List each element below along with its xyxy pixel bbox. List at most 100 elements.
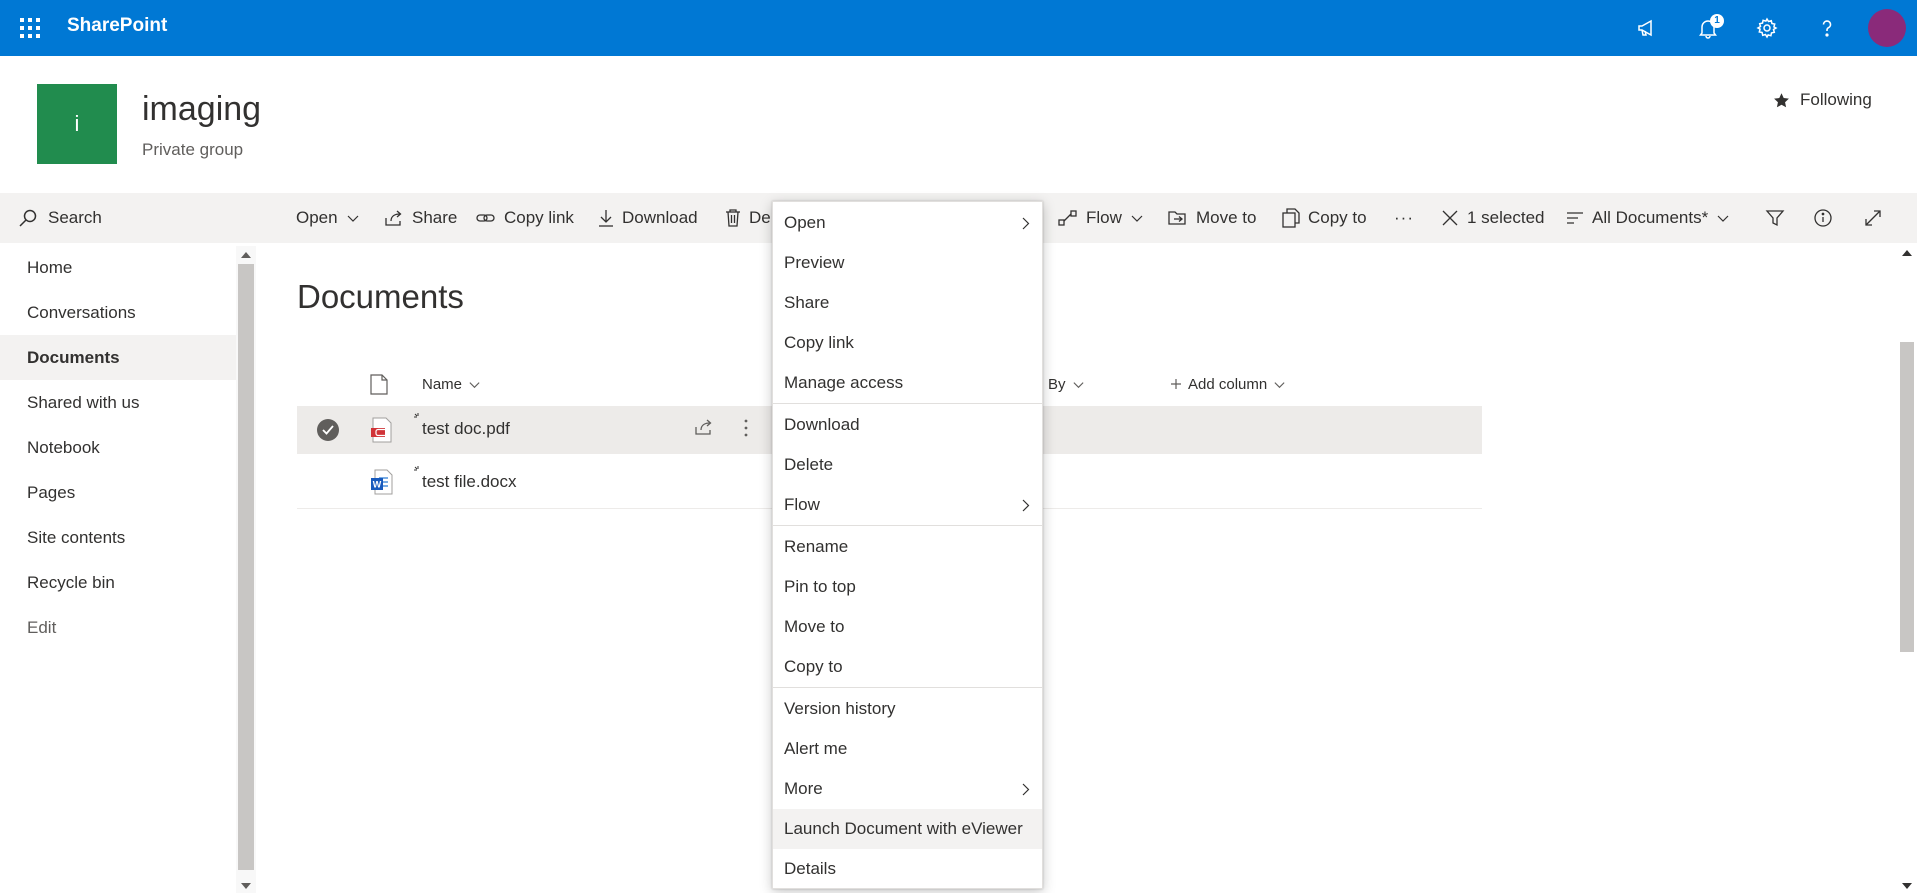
notification-count-badge: 1 xyxy=(1710,14,1724,28)
site-subtitle: Private group xyxy=(142,140,244,159)
chevron-right-icon xyxy=(1022,499,1030,512)
menu-item-launch-eviewer[interactable]: Launch Document with eViewer xyxy=(773,809,1042,849)
nav-item-shared-with-us[interactable]: Shared with us xyxy=(0,380,236,425)
chevron-right-icon xyxy=(1022,783,1030,796)
chevron-down-icon xyxy=(347,215,359,222)
main-scrollbar[interactable] xyxy=(1897,246,1917,893)
modified-by-column-header[interactable]: By xyxy=(1048,364,1085,404)
menu-item-label: Copy link xyxy=(784,333,854,352)
file-name-link[interactable]: test doc.pdf xyxy=(422,419,510,439)
share-row-icon[interactable] xyxy=(694,418,714,441)
nav-item-home[interactable]: Home xyxy=(0,245,236,290)
following-button[interactable]: Following xyxy=(1773,90,1872,110)
add-column-label: Add column xyxy=(1188,375,1268,393)
menu-item-copy-to[interactable]: Copy to xyxy=(773,647,1042,687)
sharepoint-brand-link[interactable]: SharePoint xyxy=(67,15,167,37)
menu-item-flow[interactable]: Flow xyxy=(773,485,1042,525)
more-actions-vertical-icon[interactable] xyxy=(743,418,749,443)
menu-item-rename[interactable]: Rename xyxy=(773,527,1042,567)
menu-item-label: Manage access xyxy=(784,373,904,392)
row-selected-checkmark-icon[interactable] xyxy=(317,419,339,441)
menu-item-details[interactable]: Details xyxy=(773,849,1042,889)
nav-scrollbar[interactable] xyxy=(236,246,256,893)
move-to-command-label: Move to xyxy=(1196,208,1257,227)
settings-gear-icon[interactable] xyxy=(1747,8,1787,48)
download-command-label: Download xyxy=(622,208,698,227)
nav-item-recycle-bin[interactable]: Recycle bin xyxy=(0,560,236,605)
scrollbar-thumb[interactable] xyxy=(1900,342,1914,652)
nav-item-documents[interactable]: Documents xyxy=(0,335,236,380)
help-question-icon[interactable] xyxy=(1807,8,1847,48)
menu-item-manage-access[interactable]: Manage access xyxy=(773,363,1042,403)
download-command[interactable]: Download xyxy=(598,193,698,243)
menu-item-share[interactable]: Share xyxy=(773,283,1042,323)
menu-item-move-to[interactable]: Move to xyxy=(773,607,1042,647)
app-launcher-icon[interactable] xyxy=(10,8,50,48)
menu-item-label: Launch Document with eViewer xyxy=(784,819,1023,838)
nav-item-notebook[interactable]: Notebook xyxy=(0,425,236,470)
name-column-label: Name xyxy=(422,375,463,393)
move-to-command[interactable]: Move to xyxy=(1168,193,1256,243)
copy-to-command[interactable]: Copy to xyxy=(1282,193,1367,243)
menu-item-version-history[interactable]: Version history xyxy=(773,689,1042,729)
menu-item-label: Copy to xyxy=(784,657,843,676)
menu-divider xyxy=(773,687,1042,688)
nav-item-pages[interactable]: Pages xyxy=(0,470,236,515)
user-avatar[interactable] xyxy=(1868,9,1906,47)
open-command[interactable]: Open xyxy=(296,193,360,243)
scroll-up-arrow-icon[interactable] xyxy=(241,252,251,258)
chevron-down-icon xyxy=(1717,215,1729,222)
chevron-down-icon xyxy=(1072,381,1084,388)
menu-divider xyxy=(773,403,1042,404)
scroll-down-arrow-icon[interactable] xyxy=(241,883,251,889)
move-to-icon xyxy=(1168,211,1186,225)
chevron-down-icon xyxy=(1131,215,1143,222)
word-file-icon: W xyxy=(371,469,393,500)
site-title[interactable]: imaging xyxy=(142,90,261,129)
site-search-box[interactable]: Search xyxy=(0,193,256,243)
modified-by-column-label: By xyxy=(1048,375,1066,393)
nav-edit-link[interactable]: Edit xyxy=(0,605,236,650)
scrollbar-thumb[interactable] xyxy=(238,264,254,870)
menu-item-label: More xyxy=(784,779,823,798)
name-column-header[interactable]: Name xyxy=(422,364,481,404)
megaphone-icon[interactable] xyxy=(1627,8,1667,48)
menu-item-pin-to-top[interactable]: Pin to top xyxy=(773,567,1042,607)
menu-item-more[interactable]: More xyxy=(773,769,1042,809)
item-context-menu: Open Preview Share Copy link Manage acce… xyxy=(772,201,1043,889)
menu-item-open[interactable]: Open xyxy=(773,203,1042,243)
expand-fullscreen-icon[interactable] xyxy=(1863,193,1883,243)
menu-item-preview[interactable]: Preview xyxy=(773,243,1042,283)
menu-item-copy-link[interactable]: Copy link xyxy=(773,323,1042,363)
notifications-bell-icon[interactable]: 1 xyxy=(1688,8,1728,48)
more-commands-button[interactable]: ··· xyxy=(1394,193,1414,243)
site-logo[interactable]: i xyxy=(37,84,117,164)
delete-command[interactable]: De xyxy=(725,193,771,243)
menu-item-delete[interactable]: Delete xyxy=(773,445,1042,485)
add-column-button[interactable]: Add column xyxy=(1170,364,1286,404)
flow-command-label: Flow xyxy=(1086,208,1122,227)
nav-item-site-contents[interactable]: Site contents xyxy=(0,515,236,560)
menu-item-label: Download xyxy=(784,415,860,434)
svg-text:W: W xyxy=(373,480,382,490)
copy-link-command[interactable]: Copy link xyxy=(476,193,574,243)
view-switcher[interactable]: All Documents* xyxy=(1566,193,1730,243)
left-navigation: Home Conversations Documents Shared with… xyxy=(0,245,236,650)
filter-icon[interactable] xyxy=(1765,193,1785,243)
scroll-down-arrow-icon[interactable] xyxy=(1902,883,1912,889)
menu-item-label: Delete xyxy=(784,455,834,474)
info-icon[interactable] xyxy=(1813,193,1833,243)
copy-link-command-label: Copy link xyxy=(504,208,574,227)
file-name-link[interactable]: test file.docx xyxy=(422,472,517,492)
copy-to-command-label: Copy to xyxy=(1308,208,1367,227)
trash-icon xyxy=(726,209,740,227)
clear-selection-button[interactable]: 1 selected xyxy=(1441,193,1545,243)
flow-command[interactable]: Flow xyxy=(1058,193,1144,243)
scroll-up-arrow-icon[interactable] xyxy=(1902,250,1912,256)
nav-item-conversations[interactable]: Conversations xyxy=(0,290,236,335)
share-command[interactable]: Share xyxy=(384,193,457,243)
menu-item-label: Open xyxy=(784,213,826,232)
menu-item-download[interactable]: Download xyxy=(773,405,1042,445)
file-type-column-header[interactable] xyxy=(370,364,388,404)
menu-item-alert-me[interactable]: Alert me xyxy=(773,729,1042,769)
